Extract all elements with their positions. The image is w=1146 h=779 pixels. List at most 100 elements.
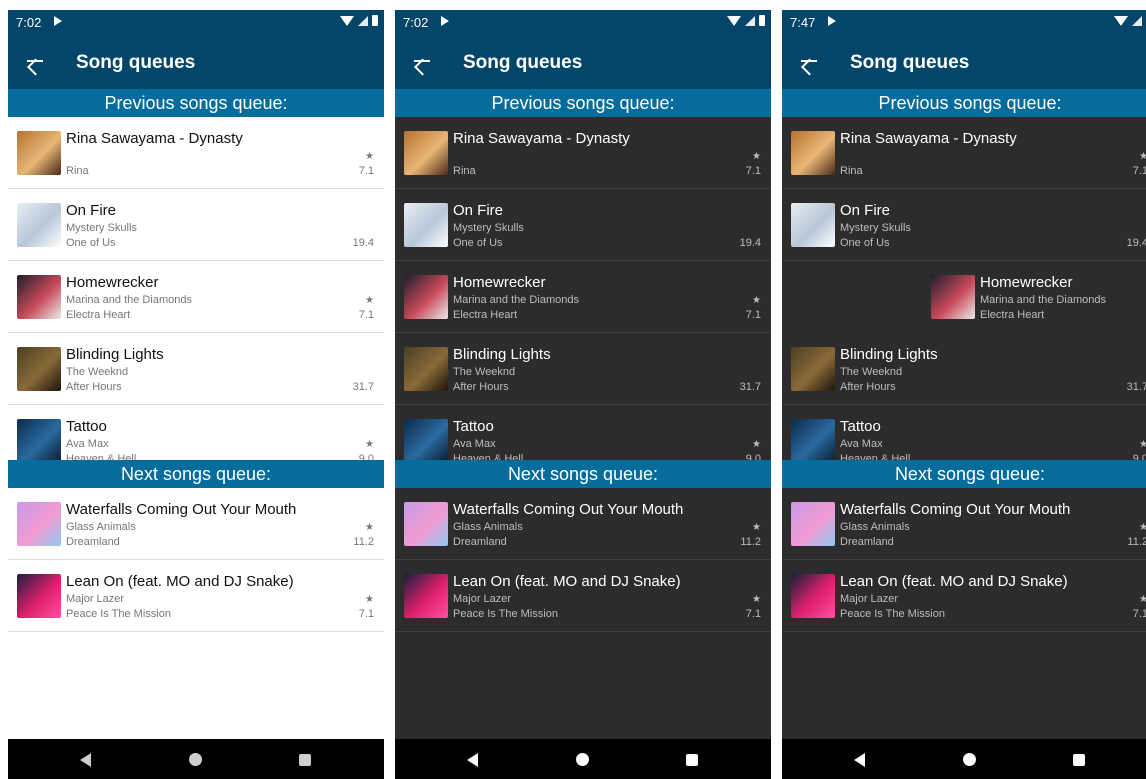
song-row[interactable]: On Fire Mystery Skulls One of Us 19.4 xyxy=(8,189,384,261)
album-art-icon xyxy=(931,275,975,319)
song-title: Tattoo xyxy=(453,418,494,435)
star-icon: ★ xyxy=(1139,594,1146,605)
app-bar: Song queues xyxy=(8,35,384,89)
status-icons xyxy=(727,15,765,26)
song-artist: Mystery Skulls xyxy=(840,222,911,234)
album-art-icon xyxy=(404,574,448,618)
song-album: After Hours xyxy=(66,381,122,393)
album-art-icon xyxy=(404,502,448,546)
song-album: One of Us xyxy=(66,237,116,249)
song-artist: Mystery Skulls xyxy=(453,222,524,234)
song-row[interactable]: Rina Sawayama - Dynasty Rina ★ 7.1 xyxy=(8,117,384,189)
song-row[interactable]: Blinding Lights The Weeknd After Hours 31.7 xyxy=(782,333,1146,405)
song-row[interactable]: Homewrecker Marina and the Diamonds Electr… xyxy=(922,261,1146,332)
song-album: Rina xyxy=(840,165,863,177)
phone-screen-dark-dragging: 7:47 Song queues Previous songs queue: R… xyxy=(782,10,1146,779)
song-title: Homewrecker xyxy=(66,274,159,291)
song-row[interactable]: Lean On (feat. MO and DJ Snake) Major Laz… xyxy=(8,560,384,632)
next-songs-list[interactable]: Waterfalls Coming Out Your Mouth Glass An… xyxy=(782,488,1146,633)
song-rating: 7.1 xyxy=(358,165,374,177)
song-rating: 9.0 xyxy=(358,453,374,460)
song-row[interactable]: Tattoo Ava Max Heaven & Hell ★ 9.0 xyxy=(395,405,771,460)
song-row[interactable]: On Fire Mystery Skulls One of Us 19.4 xyxy=(782,189,1146,261)
wifi-icon xyxy=(1114,15,1128,26)
nav-recents-icon[interactable] xyxy=(299,754,311,766)
album-art-icon xyxy=(404,131,448,175)
song-row[interactable]: Waterfalls Coming Out Your Mouth Glass An… xyxy=(8,488,384,560)
back-arrow-icon[interactable] xyxy=(22,47,50,76)
song-album: One of Us xyxy=(453,237,503,249)
previous-queue-header: Previous songs queue: xyxy=(8,89,384,117)
next-songs-list[interactable]: Waterfalls Coming Out Your Mouth Glass An… xyxy=(395,488,771,633)
system-nav-bar xyxy=(782,739,1146,779)
star-icon: ★ xyxy=(1139,439,1146,450)
song-rating: 9.0 xyxy=(1132,453,1146,460)
play-store-icon xyxy=(828,16,836,26)
page-title: Song queues xyxy=(850,52,970,73)
nav-back-icon[interactable] xyxy=(80,753,91,767)
song-row[interactable]: Lean On (feat. MO and DJ Snake) Major Laz… xyxy=(782,560,1146,632)
system-nav-bar xyxy=(8,739,384,779)
song-rating: 31.7 xyxy=(739,381,761,393)
album-art-icon xyxy=(404,275,448,319)
song-row[interactable]: Waterfalls Coming Out Your Mouth Glass An… xyxy=(395,488,771,560)
song-row[interactable]: Homewrecker Marina and the Diamonds Electr… xyxy=(8,261,384,333)
album-art-icon xyxy=(17,275,61,319)
song-artist: Glass Animals xyxy=(66,521,136,533)
song-row[interactable]: Tattoo Ava Max Heaven & Hell ★ 9.0 xyxy=(782,405,1146,460)
next-songs-list[interactable]: Waterfalls Coming Out Your Mouth Glass An… xyxy=(8,488,384,633)
song-album: Electra Heart xyxy=(453,309,518,321)
phone-screen-dark: 7:02 Song queues Previous songs queue: R… xyxy=(395,10,771,779)
back-arrow-icon[interactable] xyxy=(409,47,437,76)
song-rating: 31.7 xyxy=(1126,381,1146,393)
nav-back-icon[interactable] xyxy=(854,753,865,767)
song-title: Waterfalls Coming Out Your Mouth xyxy=(66,501,297,518)
nav-home-icon[interactable] xyxy=(576,753,589,766)
previous-songs-list[interactable]: Rina Sawayama - Dynasty Rina ★ 7.1 On Fire My… xyxy=(395,117,771,460)
song-row[interactable]: Waterfalls Coming Out Your Mouth Glass An… xyxy=(782,488,1146,560)
song-title: Lean On (feat. MO and DJ Snake) xyxy=(840,573,1068,590)
song-album: Heaven & Hell xyxy=(453,453,524,460)
status-time: 7:02 xyxy=(403,15,429,30)
next-queue-header: Next songs queue: xyxy=(8,460,384,488)
nav-back-icon[interactable] xyxy=(467,753,478,767)
song-title: Blinding Lights xyxy=(66,346,164,363)
previous-queue-header: Previous songs queue: xyxy=(395,89,771,117)
nav-recents-icon[interactable] xyxy=(1073,754,1085,766)
song-row[interactable]: Lean On (feat. MO and DJ Snake) Major Laz… xyxy=(395,560,771,632)
song-title: Homewrecker xyxy=(453,274,546,291)
star-icon: ★ xyxy=(365,522,374,533)
next-queue-header: Next songs queue: xyxy=(782,460,1146,488)
song-album: Peace Is The Mission xyxy=(840,608,945,620)
song-title: Blinding Lights xyxy=(840,346,938,363)
album-art-icon xyxy=(791,131,835,175)
song-row[interactable]: Blinding Lights The Weeknd After Hours 31.7 xyxy=(395,333,771,405)
previous-songs-list[interactable]: Rina Sawayama - Dynasty Rina ★ 7.1 On Fire My… xyxy=(8,117,384,460)
previous-songs-list[interactable]: Rina Sawayama - Dynasty Rina ★ 7.1 On Fire My… xyxy=(782,117,1146,460)
status-bar: 7:02 xyxy=(8,10,384,35)
song-row[interactable]: Blinding Lights The Weeknd After Hours 31.7 xyxy=(8,333,384,405)
nav-home-icon[interactable] xyxy=(189,753,202,766)
song-row[interactable]: Tattoo Ava Max Heaven & Hell ★ 9.0 xyxy=(8,405,384,460)
song-rating: 7.1 xyxy=(1132,608,1146,620)
back-arrow-icon[interactable] xyxy=(796,47,824,76)
song-row[interactable]: Rina Sawayama - Dynasty Rina ★ 7.1 xyxy=(395,117,771,189)
song-artist: Mystery Skulls xyxy=(66,222,137,234)
song-rating: 11.2 xyxy=(740,536,761,548)
song-album: Dreamland xyxy=(453,536,507,548)
song-artist: The Weeknd xyxy=(840,366,903,378)
song-row[interactable]: Homewrecker Marina and the Diamonds Electr… xyxy=(395,261,771,333)
album-art-icon xyxy=(791,574,835,618)
battery-icon xyxy=(759,15,765,26)
nav-recents-icon[interactable] xyxy=(686,754,698,766)
status-bar: 7:47 xyxy=(782,10,1146,35)
nav-home-icon[interactable] xyxy=(963,753,976,766)
song-rating: 19.4 xyxy=(1126,237,1146,249)
signal-icon xyxy=(745,15,755,26)
song-row[interactable]: On Fire Mystery Skulls One of Us 19.4 xyxy=(395,189,771,261)
play-store-icon xyxy=(54,16,62,26)
song-rating: 7.1 xyxy=(745,165,761,177)
system-nav-bar xyxy=(395,739,771,779)
album-art-icon xyxy=(17,203,61,247)
song-row[interactable]: Rina Sawayama - Dynasty Rina ★ 7.1 xyxy=(782,117,1146,189)
